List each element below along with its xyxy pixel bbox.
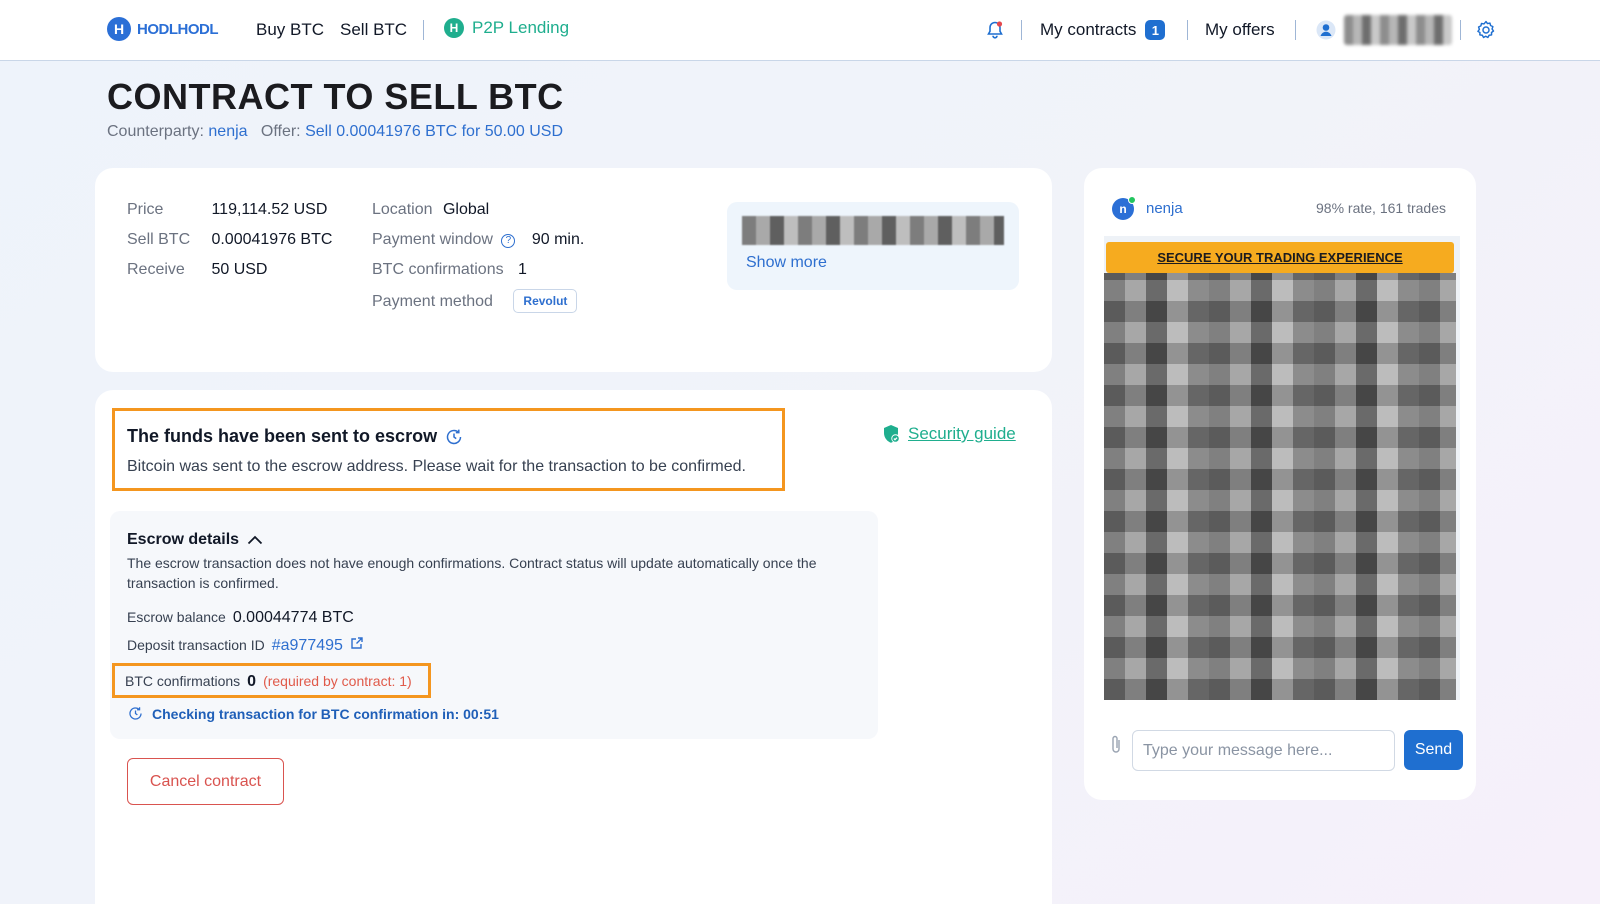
escrow-details-title: Escrow details bbox=[127, 531, 240, 548]
payment-window-value: 90 min. bbox=[531, 231, 585, 248]
receive-row: Receive 50 USD bbox=[127, 261, 267, 279]
offer-label: Offer: bbox=[260, 123, 301, 140]
my-contracts-link[interactable]: My contracts 1 bbox=[1040, 20, 1166, 40]
escrow-details-panel: Escrow details The escrow transaction do… bbox=[110, 511, 878, 739]
payment-method-row: Payment method Revolut bbox=[372, 289, 578, 313]
shield-check-icon bbox=[884, 425, 900, 443]
chat-card: n nenja 98% rate, 161 trades SECURE YOUR… bbox=[1084, 168, 1476, 800]
chat-counterparty-rating: 98% rate, 161 trades bbox=[1316, 200, 1446, 216]
p2p-lending-icon: H bbox=[444, 18, 464, 38]
security-guide-label: Security guide bbox=[908, 424, 1016, 443]
my-offers-link[interactable]: My offers bbox=[1205, 20, 1275, 40]
escrow-status-description: Bitcoin was sent to the escrow address. … bbox=[127, 458, 746, 475]
chat-messages-redacted bbox=[1104, 273, 1456, 700]
location-value: Global bbox=[442, 201, 490, 218]
escrow-balance-value: 0.00044774 BTC bbox=[232, 609, 354, 626]
user-icon[interactable] bbox=[1316, 20, 1336, 40]
escrow-confirmations-label: BTC confirmations bbox=[125, 673, 241, 689]
online-status-dot bbox=[1128, 196, 1136, 204]
escrow-balance-label: Escrow balance bbox=[127, 609, 226, 625]
logo-mark-icon: H bbox=[107, 17, 131, 41]
contract-subline: Counterparty: nenja Offer: Sell 0.000419… bbox=[107, 123, 563, 141]
counterparty-label: Counterparty: bbox=[107, 123, 204, 140]
contracts-count-badge: 1 bbox=[1145, 20, 1166, 40]
my-contracts-label: My contracts bbox=[1040, 20, 1137, 39]
nav-divider bbox=[1460, 20, 1461, 40]
offer-terms-box: Show more bbox=[727, 202, 1019, 290]
confirmation-check-row: Checking transaction for BTC confirmatio… bbox=[127, 705, 499, 722]
receive-label: Receive bbox=[127, 261, 185, 278]
escrow-details-description: The escrow transaction does not have eno… bbox=[127, 555, 817, 591]
payment-window-label: Payment window bbox=[372, 231, 493, 248]
chat-messages-area[interactable]: SECURE YOUR TRADING EXPERIENCE bbox=[1104, 236, 1460, 700]
btc-confirmations-label: BTC confirmations bbox=[372, 261, 504, 278]
receive-value: 50 USD bbox=[211, 261, 268, 278]
gear-icon[interactable] bbox=[1475, 19, 1497, 41]
confirmation-check-countdown: Checking transaction for BTC confirmatio… bbox=[152, 705, 499, 722]
security-guide-link[interactable]: Security guide bbox=[882, 424, 1016, 444]
secure-trading-banner[interactable]: SECURE YOUR TRADING EXPERIENCE bbox=[1106, 242, 1454, 273]
contract-details-card: Price 119,114.52 USD Sell BTC 0.00041976… bbox=[95, 168, 1052, 372]
location-label: Location bbox=[372, 201, 433, 218]
btc-confirmations-highlight: BTC confirmations 0 (required by contrac… bbox=[112, 663, 431, 698]
btc-confirmations-value: 1 bbox=[518, 261, 527, 278]
price-value: 119,114.52 USD bbox=[211, 201, 328, 218]
bell-icon[interactable] bbox=[985, 20, 1005, 40]
deposit-transaction-row: Deposit transaction ID #a977495 bbox=[127, 636, 364, 655]
offer-link[interactable]: Sell 0.00041976 BTC for 50.00 USD bbox=[305, 123, 563, 140]
escrow-status-title: The funds have been sent to escrow bbox=[127, 426, 438, 446]
nav-divider bbox=[1021, 20, 1022, 40]
nav-divider bbox=[1295, 20, 1296, 40]
show-more-link[interactable]: Show more bbox=[746, 254, 827, 272]
nav-divider bbox=[1187, 20, 1188, 40]
external-link-icon[interactable] bbox=[350, 636, 364, 650]
escrow-status-title-row: The funds have been sent to escrow bbox=[127, 426, 464, 447]
avatar-letter: n bbox=[1119, 202, 1127, 216]
page-title: CONTRACT TO SELL BTC bbox=[107, 76, 564, 117]
refresh-clock-icon bbox=[129, 707, 142, 720]
payment-method-chip: Revolut bbox=[513, 289, 578, 313]
sell-btc-value: 0.00041976 BTC bbox=[211, 231, 333, 248]
btc-confirmations-row: BTC confirmations 1 bbox=[372, 261, 527, 279]
required-confirmations: (required by contract: 1) bbox=[263, 673, 412, 689]
price-row: Price 119,114.52 USD bbox=[127, 201, 327, 219]
location-row: Location Global bbox=[372, 201, 489, 219]
avatar: n bbox=[1112, 196, 1136, 220]
payment-method-label: Payment method bbox=[372, 293, 493, 310]
deposit-transaction-link[interactable]: #a977495 bbox=[272, 637, 343, 655]
offer-terms-redacted bbox=[742, 216, 1004, 245]
escrow-status-highlight: The funds have been sent to escrow Bitco… bbox=[112, 408, 785, 491]
escrow-status-card: The funds have been sent to escrow Bitco… bbox=[95, 390, 1052, 904]
nav-buy-btc[interactable]: Buy BTC bbox=[256, 20, 324, 40]
counterparty-link[interactable]: nenja bbox=[208, 123, 247, 140]
paperclip-icon[interactable] bbox=[1108, 734, 1124, 756]
deposit-transaction-label: Deposit transaction ID bbox=[127, 637, 265, 653]
nav-divider bbox=[423, 20, 424, 40]
chevron-up-icon bbox=[247, 535, 263, 545]
sell-btc-row: Sell BTC 0.00041976 BTC bbox=[127, 231, 332, 249]
sell-btc-label: Sell BTC bbox=[127, 231, 191, 248]
price-label: Price bbox=[127, 201, 164, 218]
cancel-contract-button[interactable]: Cancel contract bbox=[127, 758, 284, 805]
escrow-confirmations-row: BTC confirmations 0 (required by contrac… bbox=[125, 673, 412, 691]
refresh-clock-icon bbox=[446, 429, 462, 444]
chat-counterparty-name[interactable]: nenja bbox=[1146, 200, 1183, 217]
escrow-balance-row: Escrow balance 0.00044774 BTC bbox=[127, 609, 354, 627]
help-icon[interactable]: ? bbox=[501, 234, 516, 248]
escrow-confirmations-value: 0 bbox=[247, 673, 257, 690]
payment-window-row: Payment window ? 90 min. bbox=[372, 231, 584, 249]
p2p-lending-label: P2P Lending bbox=[472, 18, 570, 37]
top-navigation-bar: H HODLHODL Buy BTC Sell BTC H P2P Lendin… bbox=[0, 0, 1600, 61]
send-button[interactable]: Send bbox=[1404, 730, 1463, 770]
escrow-details-toggle[interactable]: Escrow details bbox=[127, 531, 263, 549]
nav-p2p-lending[interactable]: H P2P Lending bbox=[444, 18, 569, 38]
logo-text: HODLHODL bbox=[137, 20, 219, 38]
username-redacted[interactable] bbox=[1344, 15, 1452, 45]
nav-sell-btc[interactable]: Sell BTC bbox=[340, 20, 407, 40]
message-input[interactable] bbox=[1132, 730, 1395, 771]
hodlhodl-logo[interactable]: H HODLHODL bbox=[107, 17, 219, 41]
